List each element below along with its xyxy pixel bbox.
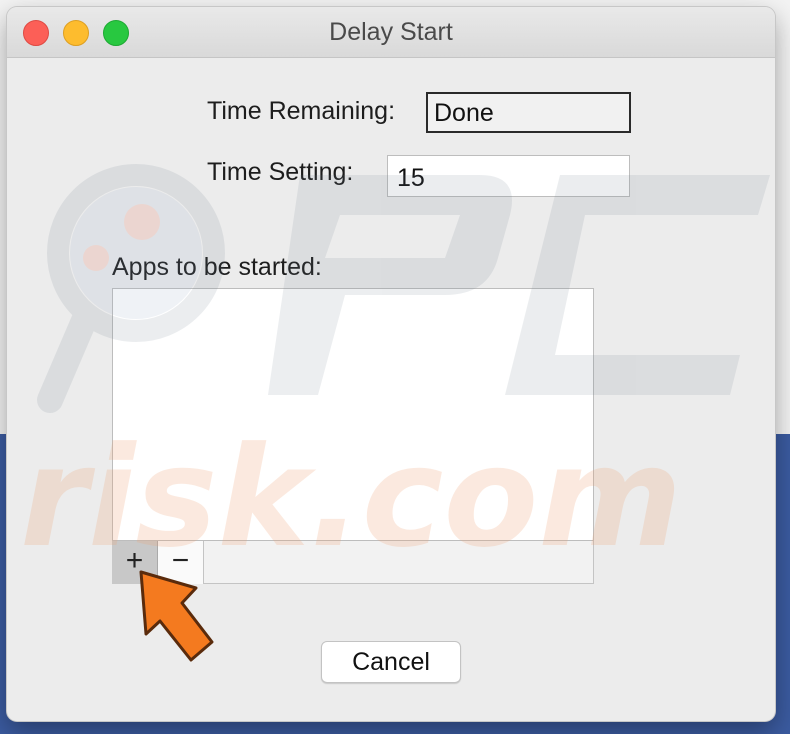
plus-icon: + — [125, 544, 144, 577]
apps-list[interactable] — [112, 288, 594, 541]
time-remaining-label: Time Remaining: — [207, 97, 396, 125]
title-bar[interactable]: Delay Start — [7, 7, 775, 58]
remove-app-button[interactable]: − — [158, 541, 204, 584]
minus-icon: − — [171, 544, 190, 577]
time-setting-input[interactable]: 15 — [387, 155, 630, 197]
time-setting-label: Time Setting: — [207, 158, 354, 186]
delay-start-window: Delay Start Time Remaining: Done Time Se… — [7, 7, 775, 721]
time-remaining-field: Done — [426, 92, 631, 133]
window-title: Delay Start — [329, 18, 453, 46]
add-app-button[interactable]: + — [112, 541, 158, 584]
apps-list-label: Apps to be started: — [112, 253, 322, 281]
cancel-button[interactable]: Cancel — [321, 641, 461, 683]
